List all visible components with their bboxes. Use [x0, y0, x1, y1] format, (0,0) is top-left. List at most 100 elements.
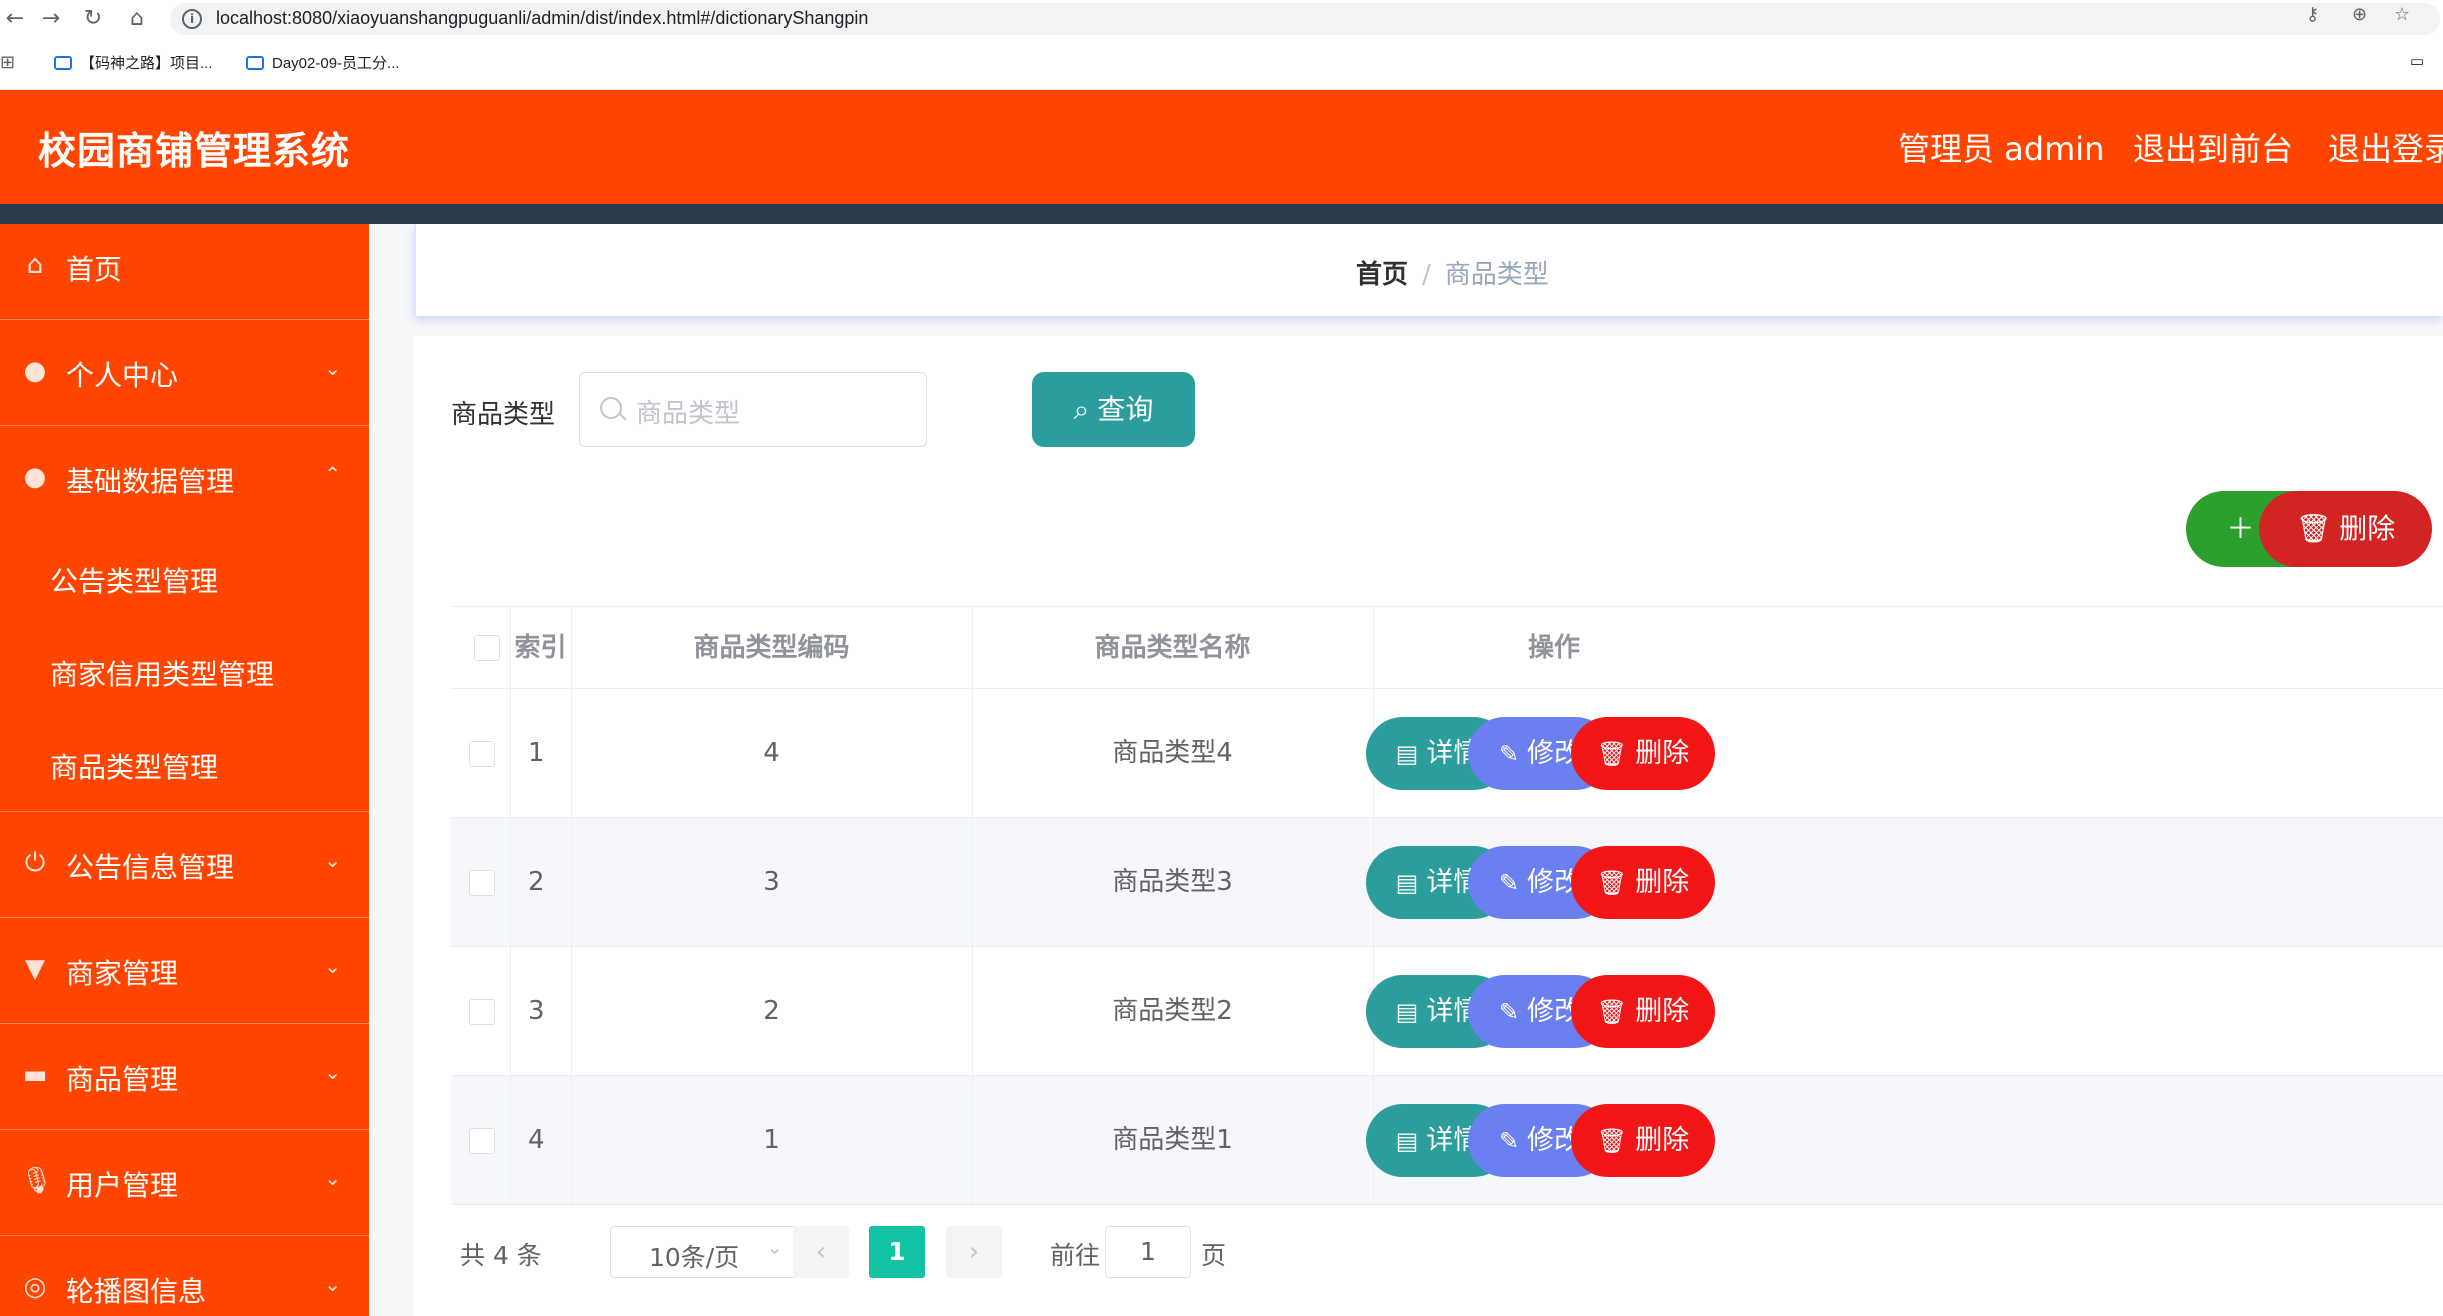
microphone-icon: 🎙: [20, 1166, 54, 1196]
search-label: 商品类型: [451, 400, 556, 430]
power-icon: ⏻: [24, 848, 46, 878]
app-header: 校园商铺管理系统 管理员 admin 退出到前台 退出登录: [0, 90, 2443, 204]
back-icon[interactable]: ←: [0, 4, 30, 34]
document-icon: ▤: [1395, 998, 1419, 1026]
pagination-total: 共 4 条: [460, 1241, 542, 1270]
next-page-button[interactable]: ›: [946, 1226, 1002, 1278]
search-icon: [600, 397, 622, 419]
sidebar-item-label: 商品管理: [66, 1063, 179, 1096]
page-size-select[interactable]: 10条/页 ⌄: [610, 1226, 798, 1278]
breadcrumb-separator: /: [1422, 260, 1431, 290]
cell-name: 商品类型1: [1112, 1125, 1233, 1155]
cell-code: 2: [763, 996, 780, 1026]
table-header: 索引 商品类型编码 商品类型名称 操作: [451, 607, 2443, 689]
sidebar-subitem-goods-type[interactable]: 商品类型管理: [0, 718, 369, 811]
sidebar-item-label: 商品类型管理: [50, 751, 219, 784]
apps-icon[interactable]: ⊞: [0, 52, 15, 73]
sidebar-item-label: 公告信息管理: [66, 851, 235, 884]
cell-name: 商品类型2: [1112, 996, 1233, 1026]
sidebar-item-merchant[interactable]: ▼ 商家管理 ⌄: [0, 918, 369, 1024]
delete-button[interactable]: 🗑 删除: [1571, 1104, 1715, 1177]
row-checkbox[interactable]: [469, 999, 495, 1025]
bookmarks-bar: ⊞ 【码神之路】项目... Day02-09-员工分... ▭: [0, 38, 2443, 90]
sidebar-subitem-merchant-credit-type[interactable]: 商家信用类型管理: [0, 625, 369, 718]
chevron-down-icon: ⌄: [324, 848, 341, 872]
breadcrumb-home[interactable]: 首页: [1356, 260, 1408, 290]
sidebar-item-label: 商家管理: [66, 957, 179, 990]
page-number-current[interactable]: 1: [869, 1226, 925, 1278]
cell-name: 商品类型3: [1112, 867, 1233, 897]
logout-link[interactable]: 退出登录: [2328, 124, 2443, 170]
chevron-down-icon: ⌄: [324, 356, 341, 380]
key-icon[interactable]: ⚷: [2306, 4, 2319, 25]
column-header-name: 商品类型名称: [1094, 633, 1251, 663]
delete-button[interactable]: 🗑 删除: [1571, 717, 1715, 790]
cell-index: 4: [528, 1125, 545, 1155]
sidebar-item-label: 首页: [66, 253, 123, 286]
query-button-label: 查询: [1097, 393, 1154, 426]
sidebar-item-basic-data[interactable]: ● 基础数据管理 ⌃: [0, 426, 369, 532]
edit-icon: ✎: [1498, 869, 1520, 897]
sidebar-item-home[interactable]: ⌂ 首页: [0, 224, 369, 320]
breadcrumb-current: 商品类型: [1444, 260, 1549, 290]
prev-page-button[interactable]: ‹: [793, 1226, 849, 1278]
sidebar-item-goods[interactable]: ▬ 商品管理 ⌄: [0, 1024, 369, 1130]
site-info-icon[interactable]: i: [182, 9, 202, 29]
cell-name: 商品类型4: [1112, 738, 1233, 768]
row-checkbox[interactable]: [469, 741, 495, 767]
batch-delete-button[interactable]: 🗑 删除: [2259, 491, 2432, 567]
address-bar[interactable]: i localhost:8080/xiaoyuanshangpuguanli/a…: [170, 3, 2440, 35]
user-icon: ●: [23, 356, 47, 386]
sidebar-item-user[interactable]: 🎙 用户管理 ⌄: [0, 1130, 369, 1236]
forward-icon[interactable]: →: [36, 4, 66, 34]
select-all-checkbox[interactable]: [474, 635, 500, 661]
cell-index: 2: [528, 867, 545, 897]
delete-button[interactable]: 🗑 删除: [1571, 975, 1715, 1048]
trash-icon: 🗑: [1596, 1127, 1628, 1155]
row-checkbox[interactable]: [469, 870, 495, 896]
folder-icon[interactable]: ▭: [2410, 52, 2424, 70]
sidebar-item-label: 个人中心: [66, 359, 179, 392]
search-input[interactable]: 商品类型: [579, 372, 927, 447]
goto-label: 前往: [1050, 1241, 1101, 1270]
search-placeholder: 商品类型: [636, 399, 741, 429]
column-header-actions: 操作: [1527, 633, 1580, 663]
row-checkbox[interactable]: [469, 1128, 495, 1154]
goto-page-input[interactable]: 1: [1105, 1226, 1191, 1278]
edit-icon: ✎: [1498, 1127, 1520, 1155]
goods-type-table: 索引 商品类型编码 商品类型名称 操作 1 4 商品类型4 ▤详情 ✎修改: [451, 606, 2443, 1205]
submenu-basic-data: 公告类型管理 商家信用类型管理 商品类型管理: [0, 532, 369, 812]
bookmark-item[interactable]: 【码神之路】项目...: [54, 52, 213, 73]
sidebar-item-carousel[interactable]: ◎ 轮播图信息 ⌄: [0, 1236, 369, 1316]
chevron-down-icon: ⌄: [324, 954, 341, 978]
breadcrumb: 首页 / 商品类型: [1356, 254, 1549, 291]
sidebar-subitem-notice-type[interactable]: 公告类型管理: [0, 532, 369, 625]
browser-toolbar: ← → ↻ ⌂ i localhost:8080/xiaoyuanshangpu…: [0, 0, 2443, 38]
plus-icon: ＋: [2226, 512, 2255, 545]
user-group-icon: ●: [23, 462, 47, 492]
zoom-icon[interactable]: ⊕: [2352, 4, 2367, 25]
home-icon[interactable]: ⌂: [122, 4, 152, 34]
trash-icon: 🗑: [2295, 512, 2332, 545]
sidebar-item-notice-info[interactable]: ⏻ 公告信息管理 ⌄: [0, 812, 369, 918]
bookmark-item[interactable]: Day02-09-员工分...: [246, 52, 400, 73]
reload-icon[interactable]: ↻: [78, 4, 108, 34]
table-row: 1 4 商品类型4 ▤ 详情 ✎ 修改 🗑 删除: [451, 689, 2443, 818]
table-row: 3 2 商品类型2 ▤ 详情 ✎ 修改 🗑 删除: [451, 947, 2443, 1076]
star-icon[interactable]: ☆: [2394, 4, 2410, 25]
sidebar-item-personal-center[interactable]: ● 个人中心 ⌄: [0, 320, 369, 426]
cell-index: 3: [528, 996, 545, 1026]
delete-button[interactable]: 🗑 删除: [1571, 846, 1715, 919]
breadcrumb-card: 首页 / 商品类型: [414, 224, 2443, 316]
trash-icon: 🗑: [1596, 740, 1628, 768]
query-button[interactable]: ⌕ 查询: [1032, 372, 1195, 447]
table-row: 2 3 商品类型3 ▤ 详情 ✎ 修改 🗑 删除: [451, 818, 2443, 947]
cell-code: 3: [763, 867, 780, 897]
content-card: 商品类型 商品类型 ⌕查询 ＋新增 🗑删除 索引 商品类型编码 商品类型名称: [414, 336, 2443, 1316]
bookmark-icon: [246, 56, 264, 70]
url-text: localhost:8080/xiaoyuanshangpuguanli/adm…: [216, 8, 869, 28]
page-suffix: 页: [1201, 1241, 1227, 1270]
search-icon: ⌕: [1073, 393, 1090, 426]
to-frontend-link[interactable]: 退出到前台: [2133, 124, 2293, 170]
sidebar: ⌂ 首页 ● 个人中心 ⌄ ● 基础数据管理 ⌃ 公告类型管理 商家信用类型管理…: [0, 224, 369, 1316]
